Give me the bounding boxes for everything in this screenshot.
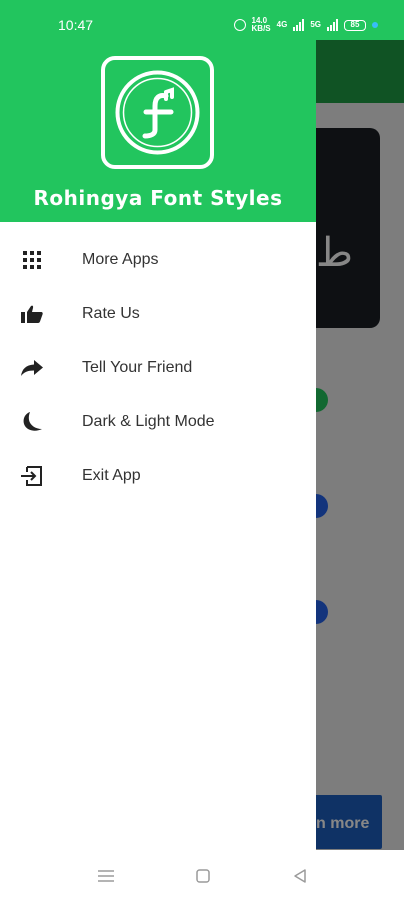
signal-icon: [293, 19, 305, 31]
menu-item-dark-light-mode[interactable]: Dark & Light Mode: [0, 395, 316, 449]
status-icons: 14.0 KB/S 4G 5G 85: [233, 16, 378, 33]
recents-button[interactable]: [96, 866, 116, 886]
home-button[interactable]: [193, 866, 213, 886]
menu-item-label: Exit App: [82, 467, 141, 484]
status-time: 10:47: [58, 17, 94, 33]
menu-item-exit-app[interactable]: Exit App: [0, 449, 316, 503]
alarm-icon: [233, 19, 246, 31]
moon-icon: [20, 410, 44, 434]
battery-icon: 85: [344, 19, 366, 31]
menu-item-rate-us[interactable]: Rate Us: [0, 287, 316, 341]
menu-item-label: More Apps: [82, 251, 159, 268]
charging-dot-icon: [372, 22, 378, 28]
menu-item-label: Rate Us: [82, 305, 140, 322]
share-arrow-icon: [20, 356, 44, 380]
drawer-menu: More Apps Rate Us Tell Your Friend Dark …: [0, 233, 316, 503]
signal-label: 5G: [310, 20, 321, 29]
exit-icon: [20, 464, 44, 488]
navigation-drawer: Rohingya Font Styles More Apps Rate Us T…: [0, 0, 316, 850]
home-square-icon: [196, 869, 210, 883]
app-logo-icon: [115, 70, 200, 155]
signal-icon-2: [327, 19, 338, 31]
status-bar: 10:47 14.0 KB/S 4G 5G 85: [0, 0, 404, 40]
back-triangle-icon: [294, 869, 306, 883]
thumbs-up-icon: [20, 302, 44, 326]
app-logo: [101, 56, 214, 169]
net-speed: 14.0 KB/S: [251, 16, 271, 33]
menu-item-label: Tell Your Friend: [82, 359, 193, 376]
menu-lines-icon: [98, 870, 114, 882]
drawer-app-name: Rohingya Font Styles: [33, 186, 283, 210]
system-nav-bar: [0, 850, 404, 900]
menu-item-more-apps[interactable]: More Apps: [0, 233, 316, 287]
grid-icon: [20, 248, 44, 272]
menu-item-tell-friend[interactable]: Tell Your Friend: [0, 341, 316, 395]
menu-item-label: Dark & Light Mode: [82, 413, 215, 430]
back-button[interactable]: [290, 866, 310, 886]
network-type-label: 4G: [276, 20, 288, 29]
